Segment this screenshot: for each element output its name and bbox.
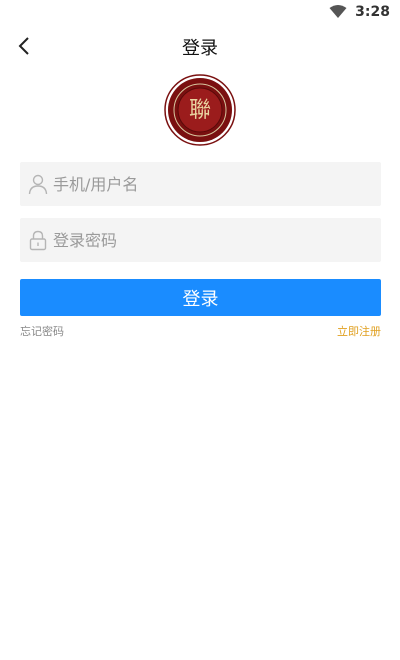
password-field[interactable] bbox=[20, 218, 381, 262]
status-time: 3:28 bbox=[355, 4, 390, 20]
lock-icon bbox=[29, 230, 47, 251]
user-icon bbox=[28, 174, 48, 195]
username-input[interactable] bbox=[53, 164, 353, 204]
register-link[interactable]: 立即注册 bbox=[337, 323, 381, 339]
page-title: 登录 bbox=[182, 38, 218, 59]
status-bar: 3:28 bbox=[0, 0, 400, 24]
wifi-icon bbox=[329, 5, 347, 18]
login-button[interactable]: 登录 bbox=[20, 279, 381, 316]
logo-glyph: 聯 bbox=[189, 98, 211, 123]
password-input[interactable] bbox=[53, 220, 353, 260]
nav-bar: 登录 bbox=[0, 24, 400, 68]
username-field[interactable] bbox=[20, 162, 381, 206]
round-seal-logo-icon: 聯 bbox=[164, 74, 236, 146]
forgot-password-link[interactable]: 忘记密码 bbox=[20, 323, 64, 339]
